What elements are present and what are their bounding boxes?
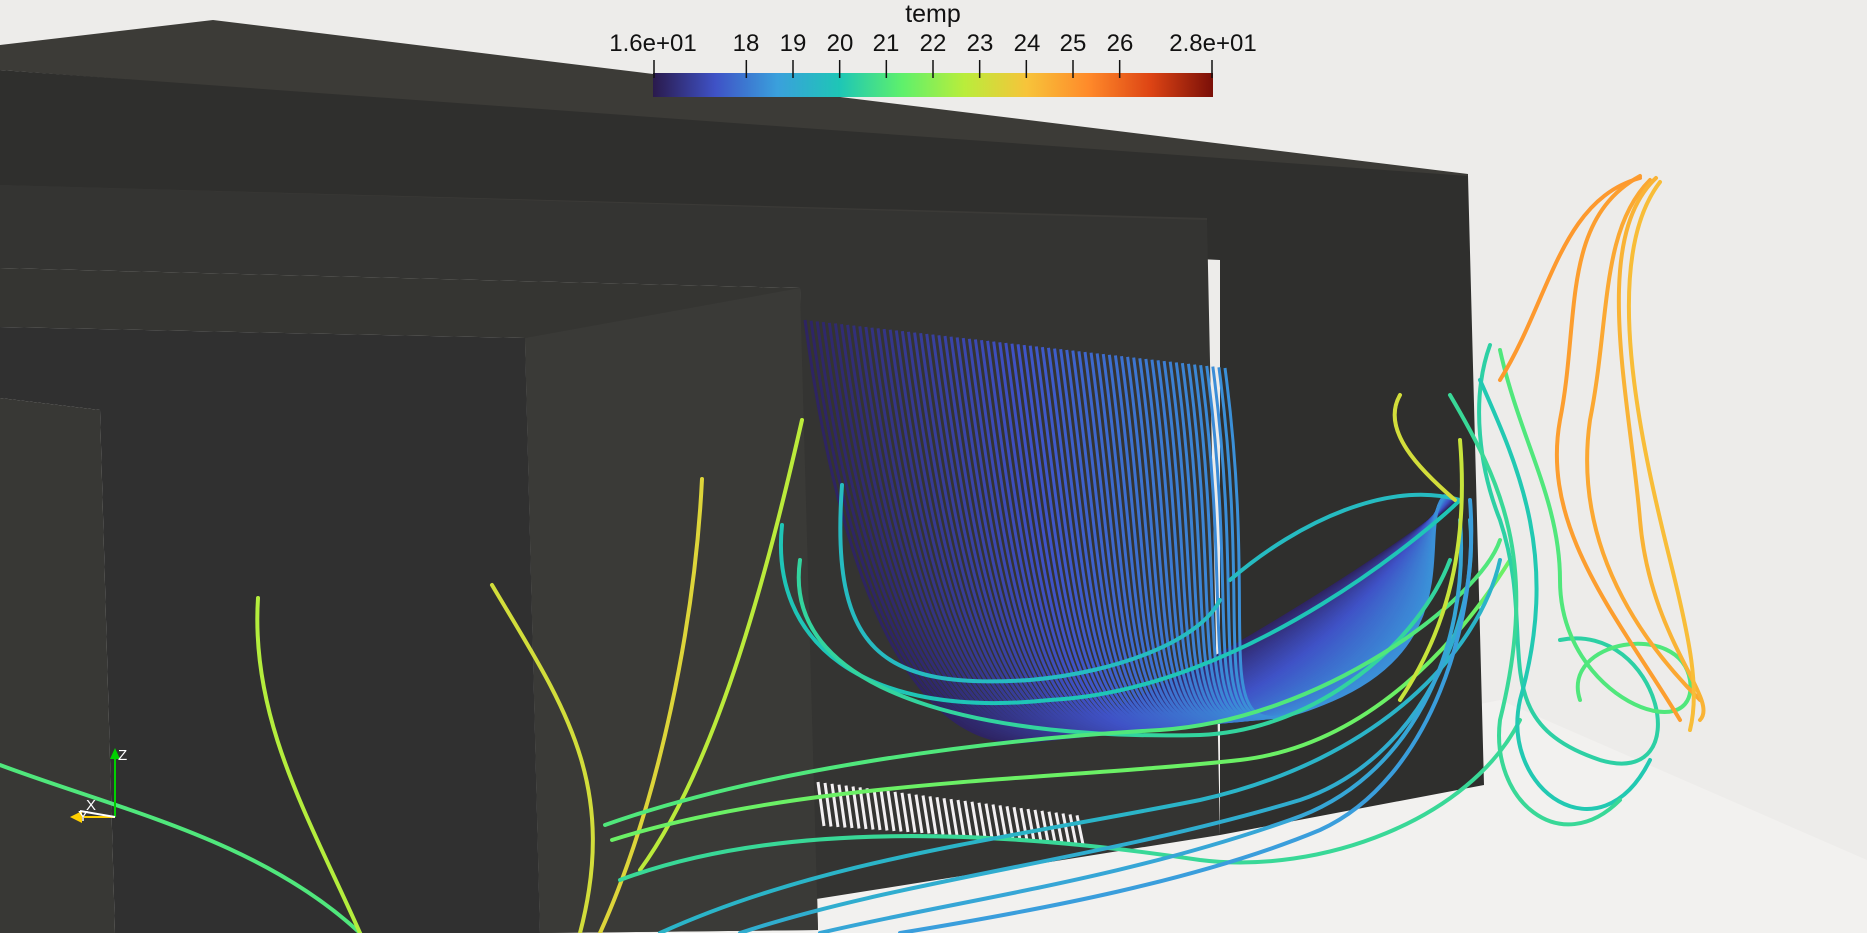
left-block-side: [525, 288, 818, 933]
colorbar-min-label: 1.6e+01: [609, 30, 697, 57]
colorbar-tick-label: 23: [966, 30, 994, 57]
axis-label-z: Z: [118, 747, 128, 764]
colorbar-tick-label: 21: [872, 30, 900, 57]
axis-label-y: Y: [78, 808, 89, 825]
colorbar-tick-label: 26: [1106, 30, 1134, 57]
colorbar-tick-label: 18: [732, 30, 760, 57]
colorbar-tick-label: 24: [1013, 30, 1041, 57]
colorbar[interactable]: [653, 60, 1213, 100]
inner-block-side: [0, 398, 115, 933]
colorbar-tick-label: 19: [779, 30, 807, 57]
3d-scene[interactable]: [0, 0, 1867, 933]
render-viewport[interactable]: temp 1.6e+01 18 19 20 21 22 23 24 25 26 …: [0, 0, 1867, 933]
colorbar-title: temp: [905, 0, 961, 28]
colorbar-tick-label: 25: [1059, 30, 1087, 57]
colorbar-max-label: 2.8e+01: [1169, 30, 1257, 57]
colorbar-tick-label: 20: [826, 30, 854, 57]
colorbar-tick-label: 22: [919, 30, 947, 57]
